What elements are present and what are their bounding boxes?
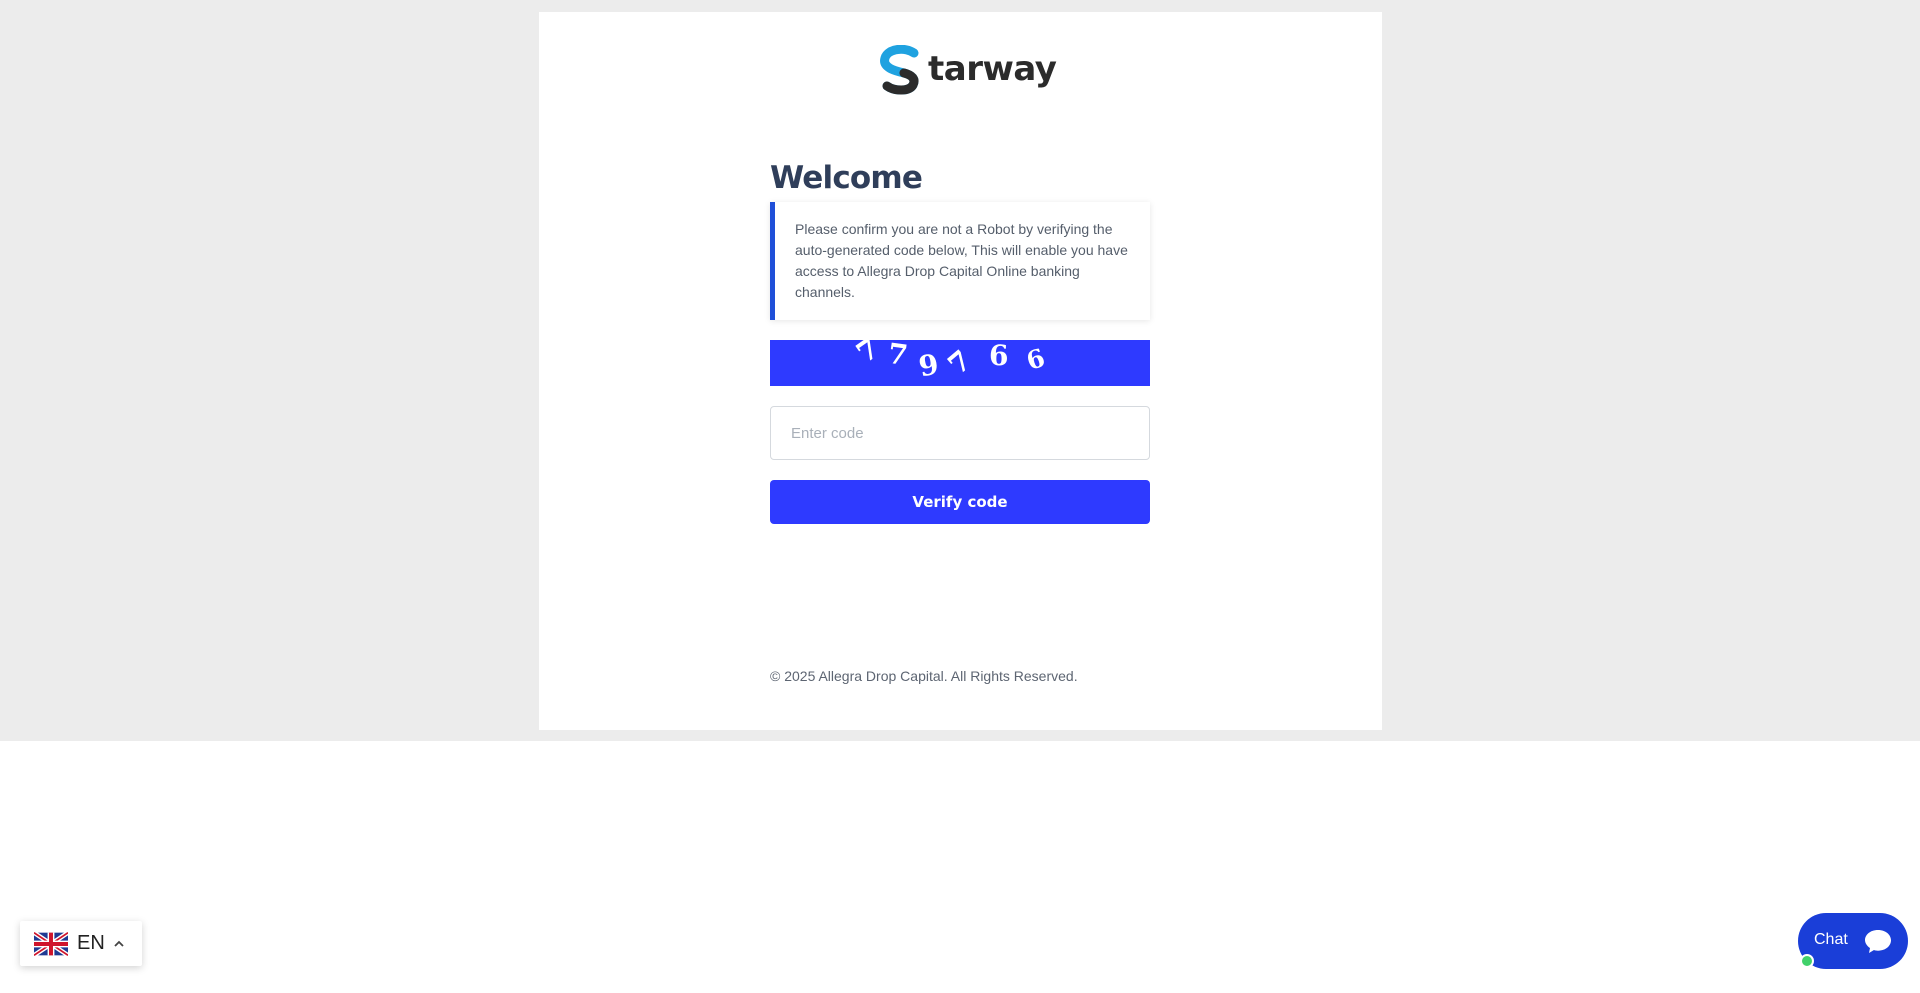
captcha-digit: 6 [1022, 343, 1049, 377]
language-code: EN [77, 932, 105, 954]
verify-code-button[interactable]: Verify code [770, 480, 1150, 525]
page-title: Welcome [770, 160, 923, 196]
captcha-image: 7 7 9 7 6 6 [770, 340, 1150, 387]
starway-s-icon [880, 45, 919, 95]
chevron-up-icon [114, 940, 124, 947]
code-input[interactable] [770, 406, 1150, 461]
chat-label: Chat [1814, 931, 1848, 948]
copyright-footer: © 2025 Allegra Drop Capital. All Rights … [770, 668, 1078, 684]
language-switcher[interactable]: EN [20, 921, 142, 966]
captcha-digit: 7 [885, 340, 910, 373]
starway-logo: tarway [878, 45, 1057, 103]
robot-notice: Please confirm you are not a Robot by ve… [770, 202, 1150, 321]
captcha-digit: 9 [916, 347, 942, 384]
uk-flag-icon [34, 930, 68, 957]
captcha-digit: 7 [941, 343, 978, 382]
captcha-digit: 6 [989, 340, 1009, 373]
chat-online-status-icon [1800, 954, 1814, 968]
chat-bubble-icon [1856, 919, 1900, 963]
login-card: tarway Welcome Please confirm you are no… [539, 12, 1382, 730]
verify-form-section: Welcome Please confirm you are not a Rob… [770, 158, 1150, 525]
chat-widget-button[interactable]: Chat [1798, 913, 1908, 969]
logo-text: tarway [928, 49, 1057, 89]
captcha-digit: 7 [850, 340, 886, 370]
